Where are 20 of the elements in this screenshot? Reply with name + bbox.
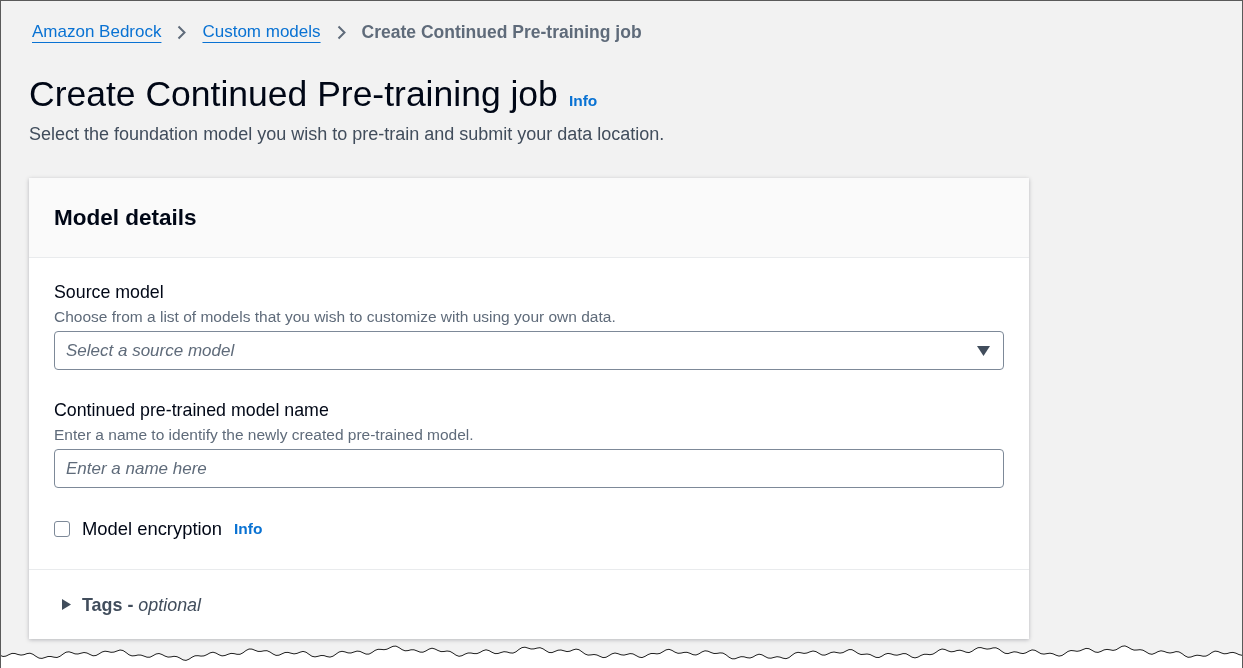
chevron-right-icon	[177, 24, 187, 40]
caret-down-icon	[977, 346, 990, 356]
field-label: Continued pre-trained model name	[54, 400, 329, 420]
checkbox[interactable]	[54, 520, 70, 537]
breadcrumb-current: Create Continued Pre-training job	[361, 21, 642, 43]
info-link[interactable]: Info	[568, 89, 598, 113]
breadcrumb-link[interactable]: Custom models	[202, 21, 321, 43]
field-description: Enter a name to identify the newly created pre-trained model.	[54, 426, 474, 444]
text-input-field[interactable]: Enter a name here	[54, 449, 1004, 488]
field-label: Source model	[54, 282, 164, 302]
breadcrumb-link[interactable]: Amazon Bedrock	[32, 21, 162, 43]
checkbox-label: Model encryption	[82, 518, 223, 539]
page-description: Select the foundation model you wish to pre-train and submit your data location.	[29, 123, 665, 145]
dropdown-field[interactable]: Select a source model	[54, 331, 1004, 370]
page-title: Create Continued Pre-training job	[29, 74, 558, 114]
chevron-right-icon	[336, 24, 346, 40]
panel-title: Model details	[54, 204, 197, 231]
field-description: Choose from a list of models that you wish to customize with using your own data.	[54, 308, 616, 326]
info-link[interactable]: Info	[234, 517, 263, 541]
expand-toggle[interactable]: Tags - optional	[62, 593, 201, 616]
